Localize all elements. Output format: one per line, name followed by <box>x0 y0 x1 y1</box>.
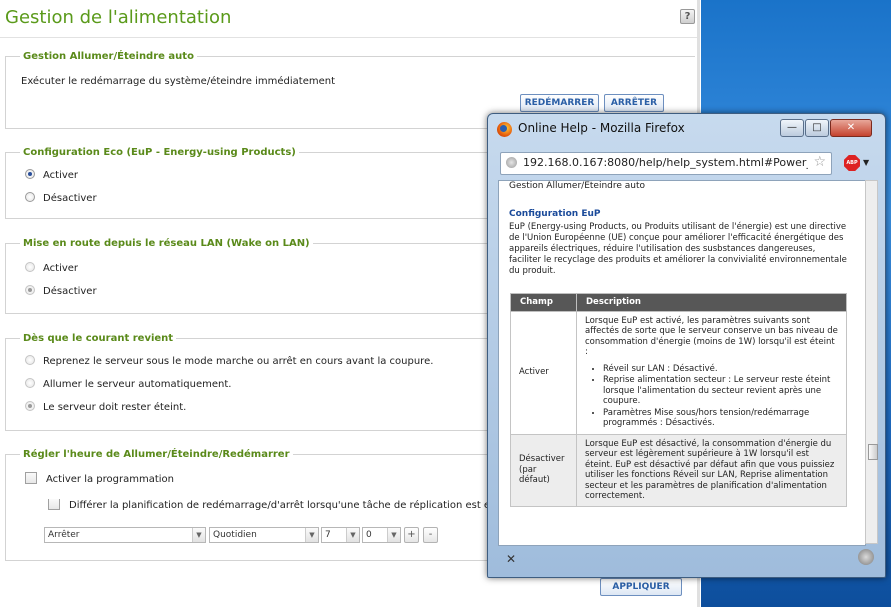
eup-enable-label: Activer <box>43 170 79 181</box>
url-text[interactable]: 192.168.0.167:8080/help/help_system.html… <box>523 156 808 169</box>
list-item: Paramètres Mise sous/hors tension/redéma… <box>603 408 838 429</box>
table-cell-field: Désactiver (par défaut) <box>510 433 577 507</box>
remove-schedule-button[interactable]: - <box>423 527 438 543</box>
radio-button[interactable] <box>25 401 35 411</box>
table-cell-description: Lorsque EuP est activé, les paramètres s… <box>576 310 847 435</box>
wol-option-enable[interactable]: Activer <box>25 262 79 274</box>
schedule-frequency-select[interactable]: Quotidien ▼ <box>209 527 319 543</box>
wol-option-disable[interactable]: Désactiver <box>25 285 97 297</box>
radio-button[interactable] <box>25 355 35 365</box>
field-line: (par <box>519 464 537 475</box>
column-header-description: Description <box>576 293 847 312</box>
schedule-enable-row[interactable]: Activer la programmation <box>25 472 175 485</box>
help-icon[interactable]: ? <box>680 9 695 24</box>
shutdown-button[interactable]: ARRÊTER <box>604 94 664 112</box>
list-item: Réveil sur LAN : Désactivé. <box>603 364 838 375</box>
chevron-down-icon[interactable]: ▼ <box>863 158 869 167</box>
list-item: Reprise alimentation secteur : Le serveu… <box>603 375 838 407</box>
bookmark-star-icon[interactable]: ☆ <box>813 154 826 170</box>
minimize-button[interactable]: — <box>780 119 804 137</box>
schedule-hour-value: 7 <box>325 530 331 540</box>
power-return-option-resume[interactable]: Reprenez le serveur sous le mode marche … <box>25 355 434 367</box>
schedule-action-select[interactable]: Arrêter ▼ <box>44 527 206 543</box>
add-schedule-button[interactable]: + <box>404 527 419 543</box>
wol-disable-label: Désactiver <box>43 286 97 297</box>
field-line: défaut) <box>519 475 550 486</box>
auto-power-description: Exécuter le redémarrage du système/étein… <box>21 76 335 87</box>
schedule-defer-label: Différer la planification de redémarrage… <box>69 500 488 511</box>
radio-button[interactable] <box>25 285 35 295</box>
radio-button[interactable] <box>25 262 35 272</box>
eup-disable-label: Désactiver <box>43 193 97 204</box>
help-content: Gestion Allumer/Éteindre auto Configurat… <box>498 180 866 546</box>
scrollbar-thumb[interactable] <box>868 444 878 460</box>
adblock-plus-icon[interactable]: ABP <box>844 155 860 171</box>
schedule-minute-value: 0 <box>366 530 372 540</box>
eup-legend: Configuration Eco (EuP - Energy-using Pr… <box>23 147 296 158</box>
chevron-down-icon: ▼ <box>192 528 205 542</box>
window-title: Online Help - Mozilla Firefox <box>518 121 685 135</box>
auto-power-legend: Gestion Allumer/Éteindre auto <box>23 51 194 62</box>
help-previous-heading: Gestion Allumer/Éteindre auto <box>509 181 646 191</box>
schedule-hour-select[interactable]: 7 ▼ <box>321 527 360 543</box>
title-divider <box>0 37 697 38</box>
table-cell-field: Activer <box>510 310 577 435</box>
help-table: Champ Description Activer Lorsque EuP es… <box>510 293 847 507</box>
apply-button[interactable]: APPLIQUER <box>600 578 682 596</box>
firefox-icon <box>497 122 512 137</box>
schedule-enable-label: Activer la programmation <box>46 474 175 485</box>
chevron-down-icon: ▼ <box>346 528 359 542</box>
close-button[interactable]: ✕ <box>830 119 872 137</box>
column-header-field: Champ <box>510 293 577 312</box>
schedule-action-value: Arrêter <box>48 530 80 540</box>
schedule-enable-checkbox[interactable] <box>25 472 37 484</box>
schedule-minute-select[interactable]: 0 ▼ <box>362 527 401 543</box>
url-bar[interactable]: 192.168.0.167:8080/help/help_system.html… <box>500 152 832 175</box>
power-return-auto-on-label: Allumer le serveur automatiquement. <box>43 379 232 390</box>
status-bar: ✕ <box>488 546 885 574</box>
restart-button[interactable]: REDÉMARRER <box>520 94 599 112</box>
close-icon[interactable]: ✕ <box>506 552 516 566</box>
chevron-down-icon: ▼ <box>305 528 318 542</box>
table-header-row: Champ Description <box>510 293 847 312</box>
help-scrollbar[interactable] <box>865 180 878 544</box>
eup-option-disable[interactable]: Désactiver <box>25 192 97 204</box>
power-return-option-auto-on[interactable]: Allumer le serveur automatiquement. <box>25 378 232 390</box>
power-return-option-stay-off[interactable]: Le serveur doit rester éteint. <box>25 401 187 413</box>
power-return-stay-off-label: Le serveur doit rester éteint. <box>43 402 187 413</box>
resize-grip-icon[interactable] <box>858 549 874 565</box>
chevron-down-icon: ▼ <box>387 528 400 542</box>
description-text: Lorsque EuP est activé, les paramètres s… <box>585 315 838 358</box>
schedule-defer-checkbox[interactable] <box>48 499 60 510</box>
radio-button[interactable] <box>25 169 35 179</box>
schedule-legend: Régler l'heure de Allumer/Éteindre/Redém… <box>23 449 290 460</box>
table-row: Activer Lorsque EuP est activé, les para… <box>510 310 847 435</box>
schedule-defer-row[interactable]: Différer la planification de redémarrage… <box>48 499 488 511</box>
power-return-resume-label: Reprenez le serveur sous le mode marche … <box>43 356 434 367</box>
radio-button[interactable] <box>25 378 35 388</box>
maximize-button[interactable]: □ <box>805 119 829 137</box>
firefox-help-window: Online Help - Mozilla Firefox — □ ✕ 192.… <box>487 113 886 578</box>
table-row: Désactiver (par défaut) Lorsque EuP est … <box>510 433 847 507</box>
eup-option-enable[interactable]: Activer <box>25 169 79 181</box>
site-identity-icon[interactable] <box>506 157 517 168</box>
help-intro: EuP (Energy-using Products, ou Produits … <box>509 222 847 276</box>
radio-button[interactable] <box>25 192 35 202</box>
field-line: Désactiver <box>519 454 565 465</box>
schedule-frequency-value: Quotidien <box>213 530 257 540</box>
table-cell-description: Lorsque EuP est désactivé, la consommati… <box>576 433 847 507</box>
help-heading: Configuration EuP <box>509 209 601 219</box>
bullet-list: Réveil sur LAN : Désactivé. Reprise alim… <box>585 364 838 429</box>
wol-legend: Mise en route depuis le réseau LAN (Wake… <box>23 238 310 249</box>
power-return-legend: Dès que le courant revient <box>23 333 174 344</box>
page-title: Gestion de l'alimentation <box>5 7 232 28</box>
wol-enable-label: Activer <box>43 263 79 274</box>
